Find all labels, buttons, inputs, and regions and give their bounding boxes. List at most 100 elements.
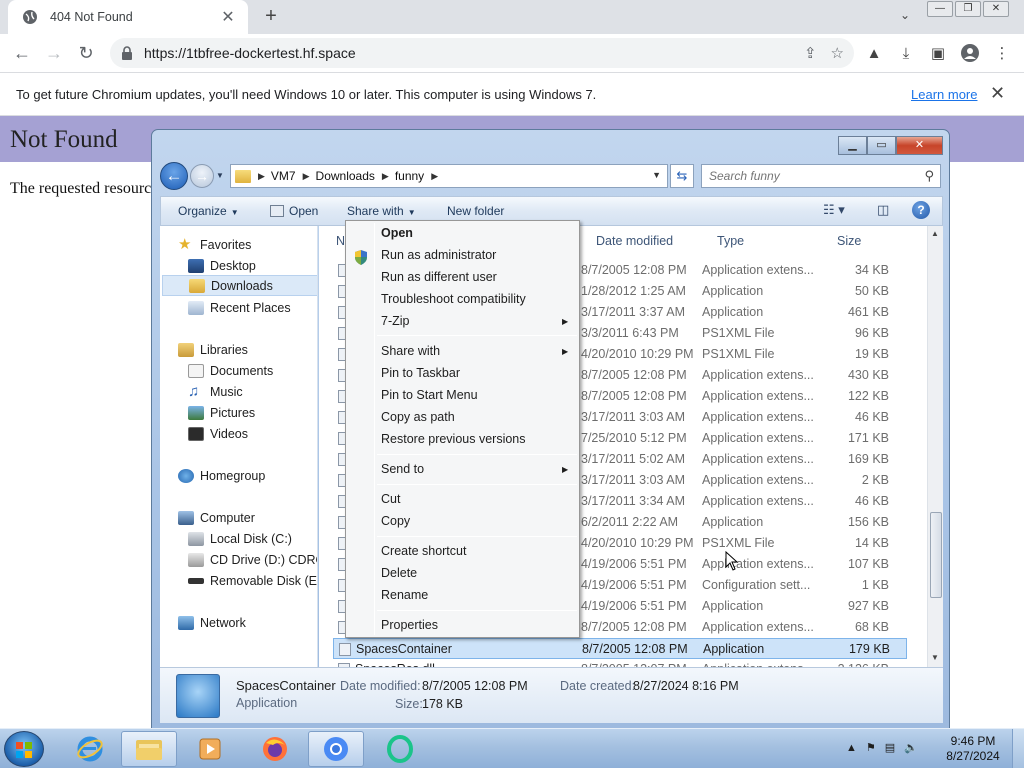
minimize-icon[interactable]: — — [927, 1, 953, 17]
menu-item-open[interactable]: Open — [381, 226, 413, 240]
back-arrow-icon[interactable]: ← — [11, 42, 33, 64]
action-center-flag-icon[interactable]: ⚑ — [866, 741, 876, 754]
chevron-right-icon[interactable]: ▶ — [431, 171, 438, 182]
organize-button[interactable]: Organize ▼ — [178, 204, 239, 218]
nav-favorites[interactable]: ★ Favorites — [178, 234, 317, 255]
chevron-right-icon[interactable]: ▶ — [382, 171, 389, 182]
network-status-icon[interactable]: ▤ — [885, 741, 895, 754]
menu-item-troubleshoot[interactable]: Troubleshoot compatibility — [381, 292, 526, 306]
nav-pictures[interactable]: Pictures — [188, 402, 317, 423]
menu-item-restore-previous-versions[interactable]: Restore previous versions — [381, 432, 526, 446]
close-window-icon[interactable]: ✕ — [896, 136, 943, 155]
menu-item-cut[interactable]: Cut — [381, 492, 400, 506]
restore-icon[interactable]: ❐ — [955, 1, 981, 17]
column-header-type[interactable]: Type — [717, 234, 744, 248]
table-row[interactable]: SpacesRes.dll8/7/2005 12:07 PMApplicatio… — [333, 659, 907, 667]
nav-cd-drive[interactable]: CD Drive (D:) CDROM — [188, 549, 317, 570]
menu-item-copy[interactable]: Copy — [381, 514, 410, 528]
nav-computer[interactable]: Computer — [178, 507, 317, 528]
taskbar-internet-explorer[interactable] — [62, 731, 118, 767]
nav-documents[interactable]: Documents — [188, 360, 317, 381]
nav-network[interactable]: Network — [178, 612, 317, 633]
new-folder-button[interactable]: New folder — [447, 204, 504, 218]
menu-item-pin-taskbar[interactable]: Pin to Taskbar — [381, 366, 460, 380]
scroll-down-icon[interactable]: ▼ — [931, 653, 939, 662]
taskbar-firefox[interactable] — [247, 731, 303, 767]
side-panel-icon[interactable]: ▣ — [928, 43, 948, 63]
open-button[interactable]: Open — [270, 204, 318, 218]
refresh-icon[interactable]: ⇆ — [670, 164, 694, 188]
chevron-right-icon[interactable]: ▶ — [303, 171, 310, 182]
forward-arrow-icon[interactable]: → — [190, 164, 214, 188]
taskbar-chromium[interactable] — [308, 731, 364, 767]
vertical-scrollbar[interactable]: ▲ ▼ — [927, 226, 943, 667]
chevron-down-icon[interactable]: ▼ — [652, 170, 661, 180]
new-tab-button[interactable]: + — [260, 5, 282, 27]
maximize-icon[interactable]: ▭ — [867, 136, 896, 155]
taskbar-explorer[interactable] — [121, 731, 177, 767]
preview-pane-icon[interactable]: ◫ — [877, 202, 889, 218]
menu-item-copy-as-path[interactable]: Copy as path — [381, 410, 455, 424]
view-options-icon[interactable]: ☷ ▾ — [823, 202, 845, 218]
tab-search-icon[interactable]: ⌄ — [896, 8, 914, 26]
close-window-icon[interactable]: ✕ — [983, 1, 1009, 17]
menu-item-run-as-admin[interactable]: Run as administrator — [381, 248, 496, 262]
taskbar-opera[interactable] — [372, 731, 428, 767]
menu-item-properties[interactable]: Properties — [381, 618, 438, 632]
menu-item-rename[interactable]: Rename — [381, 588, 428, 602]
scrollbar-thumb[interactable] — [930, 512, 942, 598]
show-desktop-button[interactable] — [1012, 729, 1024, 768]
profile-avatar-icon[interactable] — [960, 43, 980, 63]
nav-removable-disk[interactable]: Removable Disk (E:) — [188, 570, 317, 591]
column-header-size[interactable]: Size — [837, 234, 861, 248]
share-icon[interactable]: ⇪ — [804, 44, 817, 62]
breadcrumb[interactable]: ▶ VM7 ▶ Downloads ▶ funny ▶ ▼ — [230, 164, 668, 188]
menu-item-send-to[interactable]: Send to — [381, 462, 424, 476]
scroll-up-icon[interactable]: ▲ — [931, 229, 939, 238]
kebab-menu-icon[interactable]: ⋮ — [992, 43, 1012, 63]
nav-desktop[interactable]: Desktop — [188, 255, 317, 276]
volume-muted-icon[interactable]: 🔈 — [904, 741, 918, 754]
taskbar-media-player[interactable] — [182, 731, 238, 767]
menu-item-create-shortcut[interactable]: Create shortcut — [381, 544, 466, 558]
start-button[interactable] — [4, 731, 44, 767]
extensions-flask-icon[interactable]: ▲ — [864, 43, 884, 63]
nav-videos[interactable]: Videos — [188, 423, 317, 444]
menu-item-run-as-different-user[interactable]: Run as different user — [381, 270, 497, 284]
menu-item-pin-start-menu[interactable]: Pin to Start Menu — [381, 388, 478, 402]
table-row[interactable]: SpacesContainer 8/7/2005 12:08 PM Applicat… — [333, 638, 907, 659]
recent-pages-chevron-icon[interactable]: ▼ — [216, 171, 224, 180]
learn-more-link[interactable]: Learn more — [911, 87, 977, 102]
share-with-button[interactable]: Share with ▼ — [347, 204, 416, 218]
close-tab-icon[interactable]: ✕ — [218, 7, 238, 27]
show-hidden-icons-chevron[interactable]: ▲ — [846, 742, 857, 754]
back-arrow-icon[interactable]: ← — [160, 162, 188, 190]
minimize-icon[interactable]: ▁ — [838, 136, 867, 155]
nav-recent-places[interactable]: Recent Places — [188, 297, 317, 318]
help-icon[interactable]: ? — [912, 201, 930, 219]
reload-icon[interactable]: ↻ — [75, 42, 97, 64]
menu-item-delete[interactable]: Delete — [381, 566, 417, 580]
nav-music[interactable]: ♫ Music — [188, 381, 317, 402]
breadcrumb-funny[interactable]: funny — [395, 169, 424, 183]
menu-item-share-with[interactable]: Share with — [381, 344, 440, 358]
nav-local-disk[interactable]: Local Disk (C:) — [188, 528, 317, 549]
nav-homegroup[interactable]: Homegroup — [178, 465, 317, 486]
bookmark-star-icon[interactable]: ☆ — [831, 44, 844, 62]
tab-404[interactable]: 404 Not Found ✕ — [8, 0, 248, 34]
breadcrumb-downloads[interactable]: Downloads — [316, 169, 375, 183]
breadcrumb-vm7[interactable]: VM7 — [271, 169, 296, 183]
search-icon[interactable]: ⚲ — [924, 168, 934, 184]
nav-libraries[interactable]: Libraries — [178, 339, 317, 360]
close-icon[interactable]: ✕ — [990, 83, 1005, 104]
forward-arrow-icon[interactable]: → — [43, 42, 65, 64]
search-box[interactable]: ⚲ — [701, 164, 941, 188]
search-input[interactable] — [702, 165, 902, 187]
download-icon[interactable]: ⤓ — [896, 43, 916, 63]
taskbar-clock[interactable]: 9:46 PM 8/27/2024 — [938, 734, 1008, 764]
chevron-right-icon[interactable]: ▶ — [258, 171, 265, 182]
address-bar[interactable]: https://1tbfree-dockertest.hf.space ⇪ ☆ — [110, 38, 854, 68]
column-header-date-modified[interactable]: Date modified — [596, 234, 673, 248]
menu-item-7zip[interactable]: 7-Zip — [381, 314, 409, 328]
nav-downloads[interactable]: Downloads — [162, 275, 317, 296]
